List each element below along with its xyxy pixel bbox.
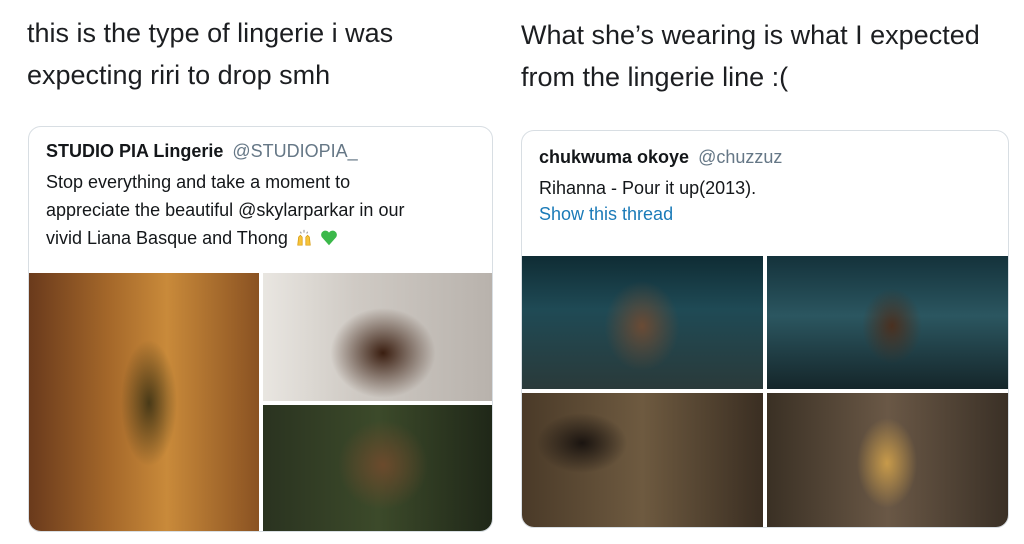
handle[interactable]: @chuzzuz <box>698 147 782 167</box>
quoted-tweet-card-left[interactable]: STUDIO PIA Lingerie @STUDIOPIA_ Stop eve… <box>28 126 493 532</box>
tweet-text-line-3: vivid Liana Basque and Thong <box>46 224 480 252</box>
lingerie-photo-detail[interactable] <box>263 405 492 531</box>
author-line: chukwuma okoye @chuzzuz <box>539 147 996 168</box>
right-caption: What she’s wearing is what I expected fr… <box>521 14 980 98</box>
left-caption: this is the type of lingerie i was expec… <box>27 12 393 96</box>
display-name[interactable]: STUDIO PIA Lingerie <box>46 141 223 161</box>
lingerie-photo-front[interactable] <box>29 273 259 531</box>
handle[interactable]: @STUDIOPIA_ <box>232 141 357 161</box>
tweet-media-grid[interactable] <box>522 256 1008 527</box>
show-thread-link[interactable]: Show this thread <box>539 204 996 225</box>
tweet-text-line-1: Stop everything and take a moment to <box>46 172 351 192</box>
lingerie-photo-back[interactable] <box>263 273 492 401</box>
throne-photo-2[interactable] <box>767 256 1008 389</box>
green-heart-icon <box>321 230 337 246</box>
author-line: STUDIO PIA Lingerie @STUDIOPIA_ <box>46 141 480 162</box>
tweet-media-grid[interactable] <box>29 273 492 531</box>
left-caption-line-2: expecting riri to drop smh <box>27 60 331 90</box>
right-caption-line-1: What she’s wearing is what I expected <box>521 20 980 50</box>
floor-photo[interactable] <box>522 393 763 527</box>
tweet-text-line-3-text: vivid Liana Basque and Thong <box>46 228 288 248</box>
quoted-tweet-card-right[interactable]: chukwuma okoye @chuzzuz Rihanna - Pour i… <box>521 130 1009 528</box>
tweet-text: Stop everything and take a moment to app… <box>46 168 480 252</box>
left-caption-line-1: this is the type of lingerie i was <box>27 18 394 48</box>
throne-photo-1[interactable] <box>522 256 763 389</box>
tweet-text-line-2: appreciate the beautiful @skylarparkar i… <box>46 200 405 220</box>
tweet-text: Rihanna - Pour it up(2013). <box>539 174 996 202</box>
tweet-header: STUDIO PIA Lingerie @STUDIOPIA_ Stop eve… <box>46 141 480 252</box>
tweet-text-line-1: Rihanna - Pour it up(2013). <box>539 178 757 198</box>
right-caption-line-2: from the lingerie line :( <box>521 62 789 92</box>
display-name[interactable]: chukwuma okoye <box>539 147 689 167</box>
chain-belt-photo[interactable] <box>767 393 1008 527</box>
raised-hands-icon <box>297 229 311 246</box>
tweet-header: chukwuma okoye @chuzzuz Rihanna - Pour i… <box>539 147 996 225</box>
